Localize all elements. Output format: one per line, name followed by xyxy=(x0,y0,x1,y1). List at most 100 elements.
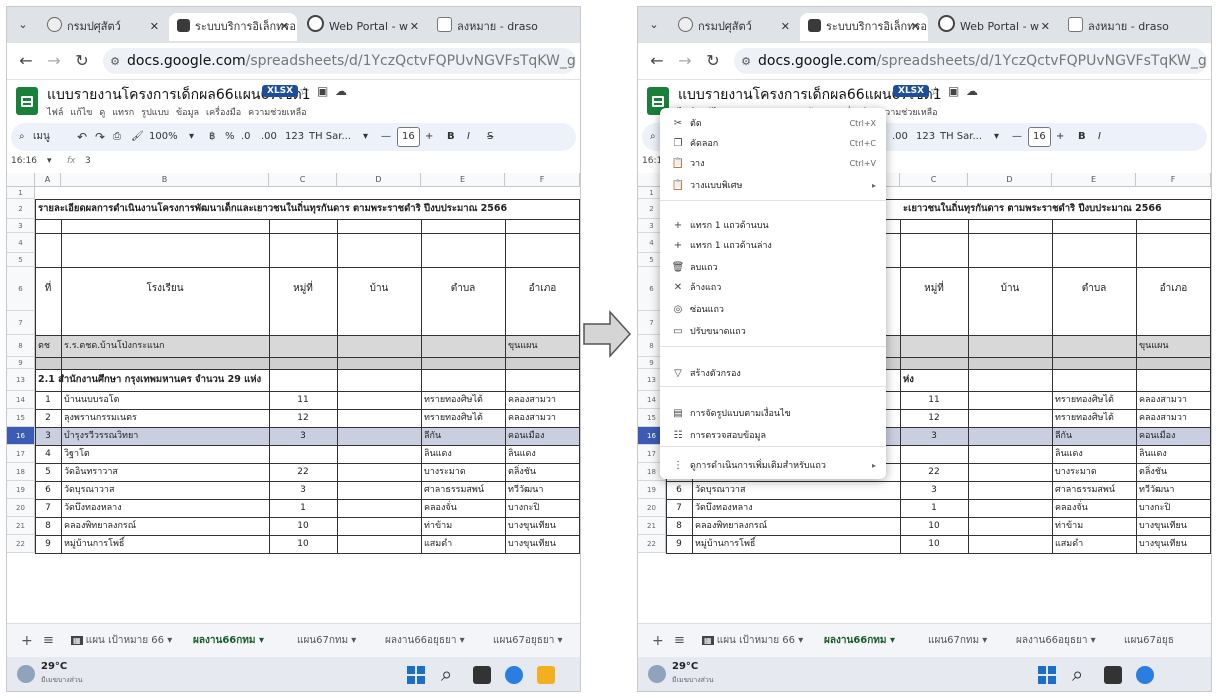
folder-icon[interactable]: ▣ xyxy=(948,84,959,98)
font-chevron-icon[interactable]: ▾ xyxy=(363,123,368,151)
all-sheets-button[interactable]: ≡ xyxy=(674,624,685,658)
font-size-increase-icon[interactable]: + xyxy=(425,123,433,151)
cell-moo[interactable]: 11 xyxy=(900,391,968,409)
cell-school[interactable]: วิฐาโต xyxy=(61,445,269,463)
header-no[interactable]: ที่ xyxy=(35,267,61,335)
menu-item-filter[interactable]: ▽ สร้างตัวกรอง xyxy=(660,364,886,384)
cell-school[interactable]: วัดบึงทองหลาง xyxy=(61,499,269,517)
file-explorer-icon[interactable] xyxy=(537,666,555,684)
folder-icon[interactable]: ▣ xyxy=(317,84,328,98)
cell-moo[interactable]: 10 xyxy=(900,517,968,535)
sheet-title-cell[interactable]: รายละเอียดผลการดำเนินงานโครงการพัฒนาเด็ก… xyxy=(35,199,580,219)
cell-moo[interactable]: 1 xyxy=(900,499,968,517)
header-village[interactable]: บ้าน xyxy=(968,267,1052,335)
row-header-5[interactable]: 5 xyxy=(7,253,35,267)
row-header-18[interactable]: 18 xyxy=(7,463,35,481)
search-menu-label[interactable]: เมนู xyxy=(33,123,50,151)
cell-tambon[interactable]: คลองจั่น xyxy=(1052,499,1136,517)
url-field[interactable]: ⚙ docs.google.com/spreadsheets/d/1YczQctv… xyxy=(734,48,1207,74)
site-info-icon[interactable]: ⚙ xyxy=(734,49,758,74)
row-header-19[interactable]: 19 xyxy=(7,481,35,499)
menu-item-trash[interactable]: 🗑 ลบแถว xyxy=(660,258,886,278)
bold-button[interactable]: B xyxy=(1078,123,1086,151)
cell-tambon[interactable]: ลีกัน xyxy=(421,427,505,445)
cell-moo[interactable]: 12 xyxy=(269,409,337,427)
header-tambon[interactable]: ตำบล xyxy=(421,267,505,335)
menu-item-copy[interactable]: ❐ คัดลอก Ctrl+C xyxy=(660,134,886,154)
tab-search-chevron-icon[interactable]: ⌄ xyxy=(13,16,33,34)
close-icon[interactable]: ✕ xyxy=(781,13,790,41)
cell-no[interactable]: 9 xyxy=(666,535,692,553)
menu-item-resize[interactable]: ▭ ปรับขนาดแถว xyxy=(660,322,886,342)
cell-tambon[interactable]: ลินแดง xyxy=(421,445,505,463)
header-amphoe[interactable]: อำเภอ xyxy=(505,267,580,335)
font-size-decrease-icon[interactable]: — xyxy=(1012,123,1022,151)
browser-tab[interactable]: กรมปศุสัตว์ ✕ xyxy=(670,13,798,41)
windows-start-icon[interactable] xyxy=(407,666,425,684)
row-header-1[interactable]: 1 xyxy=(7,187,35,199)
row-header-14[interactable]: 14 xyxy=(7,391,35,409)
url-field[interactable]: ⚙ docs.google.com/spreadsheets/d/1YczQctv… xyxy=(103,48,576,74)
font-size-increase-icon[interactable]: + xyxy=(1056,123,1064,151)
sheets-logo-icon[interactable] xyxy=(16,87,38,115)
sheet-tab[interactable]: แผน67อยุธยา ▾ xyxy=(493,624,563,658)
cell-school[interactable]: คลองพิทยาลงกรณ์ xyxy=(61,517,269,535)
cell-tambon[interactable]: ลีกัน xyxy=(1052,427,1136,445)
close-icon[interactable]: ✕ xyxy=(410,13,419,41)
sheet-tab[interactable]: แผน67กทม ▾ xyxy=(297,624,356,658)
weather-icon[interactable] xyxy=(648,665,666,683)
more-formats-button[interactable]: 123 xyxy=(285,123,304,151)
cell-no[interactable]: 5 xyxy=(35,463,61,481)
header-school[interactable]: โรงเรียน xyxy=(61,267,269,335)
reload-icon[interactable]: ↻ xyxy=(71,50,93,72)
sheet-tab[interactable]: แผน67อยุธ xyxy=(1124,624,1174,658)
cell-tambon[interactable]: ทรายทองศิษไต้ xyxy=(421,391,505,409)
cell-amphoe[interactable]: บางขุนเทียน xyxy=(1136,535,1211,553)
menu-insert[interactable]: แทรก xyxy=(112,108,134,118)
column-header-c[interactable]: C xyxy=(269,173,337,187)
task-view-icon[interactable] xyxy=(473,666,491,684)
cell-tambon[interactable]: ท่าข้าม xyxy=(1052,517,1136,535)
redo-icon[interactable]: ↷ xyxy=(95,123,105,151)
cell-school[interactable]: วัดบุรณาวาส xyxy=(61,481,269,499)
font-chevron-icon[interactable]: ▾ xyxy=(994,123,999,151)
cell-amphoe[interactable]: คลองสามวา xyxy=(505,409,580,427)
menu-item-more[interactable]: ⋮ ดูการดำเนินการเพิ่มเติมสำหรับแถว ▸ xyxy=(660,456,886,476)
cell-amphoe[interactable]: ลินแดง xyxy=(1136,445,1211,463)
sheet-tab[interactable]: ▦ แผน เป้าหมาย 66 ▾ xyxy=(702,624,803,658)
row-header-6[interactable]: 6 xyxy=(7,267,35,311)
column-header-f[interactable]: F xyxy=(1136,173,1211,187)
row-header-4[interactable]: 4 xyxy=(7,233,35,253)
column-header-b[interactable]: B xyxy=(61,173,269,187)
cell-no[interactable]: 3 xyxy=(35,427,61,445)
star-icon[interactable]: ☆ xyxy=(299,84,310,98)
decrease-decimal-button[interactable]: .0 xyxy=(241,123,251,151)
search-menu-icon[interactable]: ⌕ xyxy=(650,123,656,151)
sheet-tab-active[interactable]: ผลงาน66กทม ▾ xyxy=(824,624,895,660)
cell-moo[interactable] xyxy=(269,445,337,463)
close-icon[interactable]: ✕ xyxy=(911,13,920,41)
back-icon[interactable]: ← xyxy=(646,50,668,72)
column-header-d[interactable]: D xyxy=(968,173,1052,187)
row-header-9[interactable]: 9 xyxy=(7,357,35,369)
menu-help[interactable]: ความช่วยเหลือ xyxy=(248,108,306,118)
cell-no[interactable]: 7 xyxy=(666,499,692,517)
row-header-8[interactable]: 8 xyxy=(7,335,35,357)
cell-amphoe[interactable]: คลองสามวา xyxy=(1136,391,1211,409)
cell-amphoe[interactable]: คอนเมือง xyxy=(505,427,580,445)
browser-tab[interactable]: ลงหมาย - draso xyxy=(429,13,579,41)
cell-tambon[interactable]: ท่าข้าม xyxy=(421,517,505,535)
header-moo[interactable]: หมู่ที่ xyxy=(900,267,968,335)
row-header-21[interactable]: 21 xyxy=(638,517,666,535)
font-size-input[interactable]: 16 xyxy=(397,127,420,147)
menu-item-data-validation[interactable]: ☷ การตรวจสอบข้อมูล xyxy=(660,426,886,446)
menu-edit[interactable]: แก้ไข xyxy=(70,108,92,118)
search-menu-icon[interactable]: ⌕ xyxy=(19,123,25,151)
cell-moo[interactable]: 10 xyxy=(269,535,337,553)
chat-icon[interactable] xyxy=(505,666,523,684)
task-view-icon[interactable] xyxy=(1104,666,1122,684)
cell-school[interactable]: บำรุงรวีวรรณวิทยา xyxy=(61,427,269,445)
increase-decimal-button[interactable]: .00 xyxy=(892,123,908,151)
cell-moo[interactable]: 1 xyxy=(269,499,337,517)
cell-tambon[interactable]: บางระมาด xyxy=(1052,463,1136,481)
